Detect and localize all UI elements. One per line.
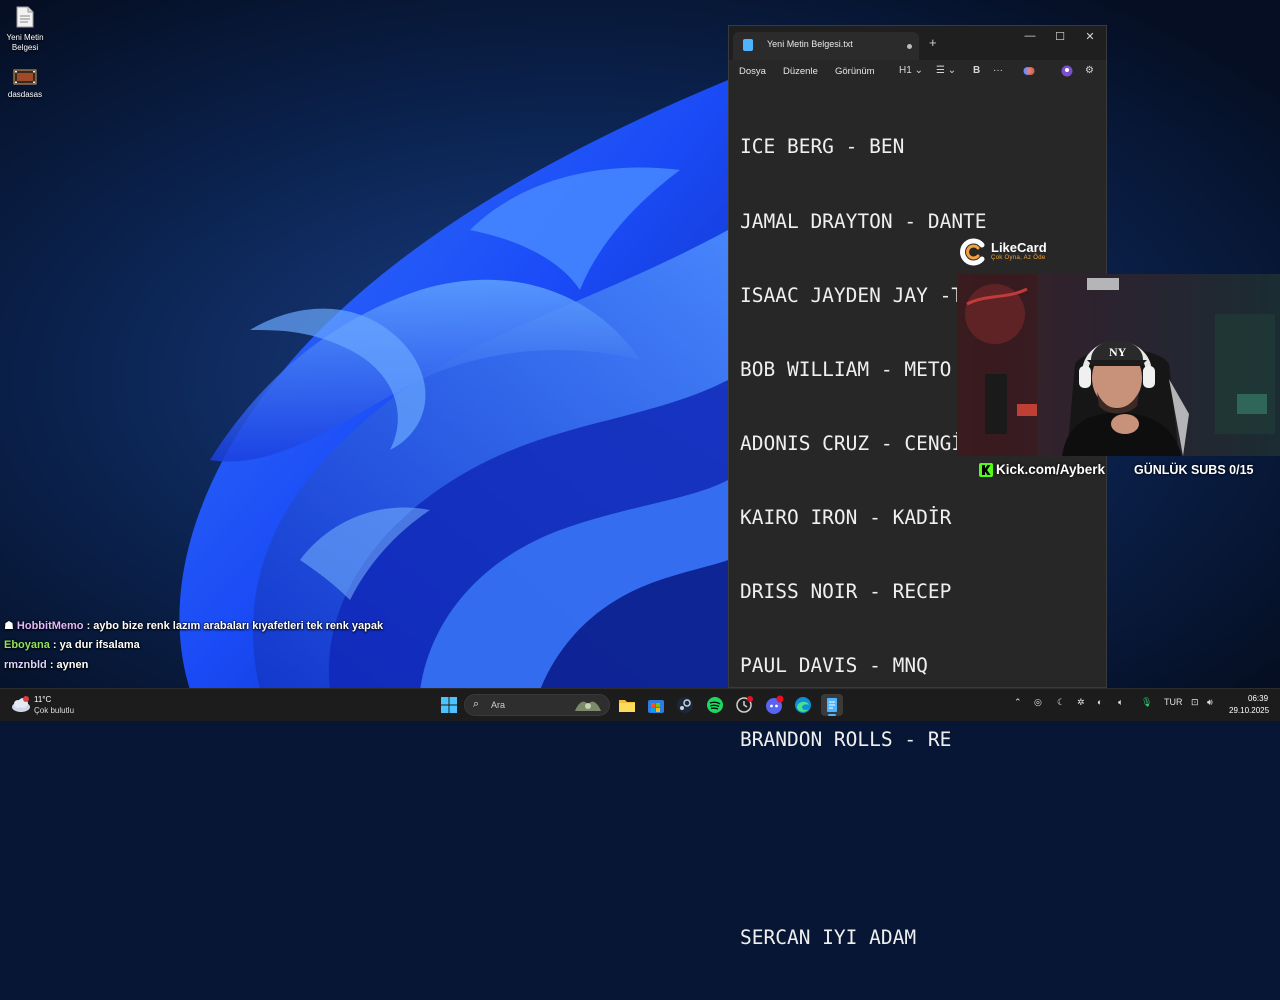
text-line: KAIRO IRON - KADİR (740, 505, 952, 529)
list-icon: ☰ (936, 65, 945, 76)
webcam-feed: NY (957, 274, 1280, 456)
kick-channel-url: Kick.com/Ayberk (996, 462, 1106, 477)
chevron-down-icon: ⌄ (947, 65, 957, 76)
chat-badge-icon: ☗ (4, 620, 17, 632)
search-placeholder: Ara (491, 700, 506, 710)
account-avatar-icon[interactable] (1061, 65, 1073, 80)
desktop-icon-video-file[interactable]: dasdasas (0, 69, 50, 100)
text-line: DRISS NOIR - RECEP (740, 580, 952, 604)
steam-icon[interactable] (674, 694, 696, 716)
edge-browser-icon[interactable] (792, 694, 814, 716)
svg-text:NY: NY (1109, 345, 1127, 359)
heading-dropdown[interactable]: H1 ⌄ (899, 65, 923, 76)
bold-button[interactable]: B (973, 65, 980, 76)
tray-app-icon[interactable]: ☾ (1057, 697, 1065, 708)
text-line: JAMAL DRAYTON - DANTE (740, 209, 987, 233)
close-button[interactable]: ✕ (1075, 30, 1105, 43)
show-hidden-icons-chevron-icon[interactable]: ⌃ (1014, 697, 1022, 708)
desktop-icon-label: Yeni Metin Belgesi (6, 33, 44, 52)
likecard-logo: LikeCard Çok Oyna, Az Öde (958, 236, 1068, 268)
copilot-icon[interactable] (1023, 65, 1035, 80)
volume-tray-icon[interactable]: 🔈︎ (1118, 697, 1123, 708)
microphone-icon[interactable]: 🎙︎ (1141, 697, 1152, 708)
likecard-title: LikeCard (991, 240, 1047, 255)
text-line: ICE BERG - BEN (740, 135, 905, 159)
cloud-icon (12, 696, 30, 712)
chat-text: : ya dur ifsalama (49, 639, 140, 651)
menu-file[interactable]: Dosya (739, 66, 766, 77)
store-icon[interactable] (645, 694, 667, 716)
language-indicator[interactable]: TUR (1164, 697, 1183, 707)
more-options-button[interactable]: ··· (993, 65, 1003, 76)
speaker-icon[interactable]: 🔊︎ (1207, 697, 1213, 708)
daily-subs-counter: GÜNLÜK SUBS 0/15 (1134, 463, 1254, 477)
text-line: SERCAN IYI ADAM (740, 925, 917, 949)
file-explorer-icon[interactable] (616, 694, 638, 716)
search-highlight-icon (575, 701, 601, 711)
notepad-titlebar[interactable]: Yeni Metin Belgesi.txt + — ☐ ✕ (729, 26, 1106, 60)
text-line: PAUL DAVIS - MNQ (740, 654, 928, 678)
notepad-menubar: Dosya Düzenle Görünüm H1 ⌄ ☰ ⌄ B ··· ⚙ (729, 60, 1106, 86)
kick-logo-icon (979, 463, 993, 477)
notepad-tab-title: Yeni Metin Belgesi.txt (767, 39, 853, 49)
spotify-icon[interactable] (704, 694, 726, 716)
chat-username: HobbitMemo (16, 620, 84, 632)
text-line: BRANDON ROLLS - RE (740, 728, 952, 752)
minimize-button[interactable]: — (1015, 30, 1045, 42)
video-file-icon (0, 69, 50, 88)
likecard-icon (960, 238, 985, 266)
notepad-icon (743, 39, 753, 51)
chat-message: Eboyana : ya dur ifsalama (4, 639, 140, 651)
unsaved-dot-icon[interactable] (907, 44, 912, 49)
kick-bar: Kick.com/Ayberk GÜNLÜK SUBS 0/15 (976, 459, 1268, 481)
likecard-slogan: Çok Oyna, Az Öde (991, 255, 1046, 261)
taskbar: 11°C Çok bulutlu ⌕ Ara ⌃ ◎ ☾ ✲ ◐ 🔈︎ 🎙︎ T… (0, 688, 1280, 721)
network-icon[interactable]: ⊡ (1191, 697, 1199, 708)
notepad-taskbar-icon[interactable] (821, 694, 843, 716)
tray-app-icon[interactable]: ✲ (1077, 697, 1085, 708)
settings-gear-icon[interactable]: ⚙ (1085, 65, 1094, 76)
chat-message: ☗ HobbitMemo : aybo bize renk lazım arab… (4, 619, 383, 632)
maximize-button[interactable]: ☐ (1045, 30, 1075, 43)
desktop-icon-text-document[interactable]: Yeni Metin Belgesi (0, 6, 50, 53)
list-dropdown[interactable]: ☰ ⌄ (936, 65, 956, 76)
weather-description: Çok bulutlu (34, 706, 75, 715)
chat-username: Eboyana (4, 639, 50, 651)
discord-icon[interactable] (763, 694, 785, 716)
chat-username: rmznbld (4, 659, 47, 671)
new-tab-button[interactable]: + (929, 35, 937, 50)
notepad-statusbar (729, 677, 1106, 687)
search-icon: ⌕ (473, 698, 480, 710)
text-document-icon (0, 6, 50, 31)
desktop-icon-label: dasdasas (7, 90, 43, 99)
start-button[interactable] (438, 694, 460, 716)
chat-message: rmznbld : aynen (4, 659, 88, 671)
menu-view[interactable]: Görünüm (835, 66, 875, 77)
chat-text: : aybo bize renk lazım arabaları kıyafet… (83, 620, 384, 632)
clock-date[interactable]: 29.10.2025 (1229, 706, 1269, 715)
clock-time[interactable]: 06:39 (1248, 694, 1268, 703)
tray-app-icon[interactable]: ◎ (1034, 697, 1042, 708)
chat-text: : aynen (46, 659, 89, 671)
chevron-down-icon: ⌄ (914, 65, 923, 76)
menu-edit[interactable]: Düzenle (783, 66, 818, 77)
steam-tray-icon[interactable]: ◐ (1097, 697, 1102, 707)
windows-logo-icon (441, 697, 457, 713)
taskbar-search[interactable]: ⌕ Ara (464, 694, 610, 716)
streamer-camera-image: NY (957, 274, 1280, 456)
weather-temperature: 11°C (34, 695, 52, 704)
notepad-tab[interactable]: Yeni Metin Belgesi.txt (733, 32, 919, 60)
clock-app-icon[interactable] (733, 694, 755, 716)
heading-label: H1 (899, 65, 912, 76)
